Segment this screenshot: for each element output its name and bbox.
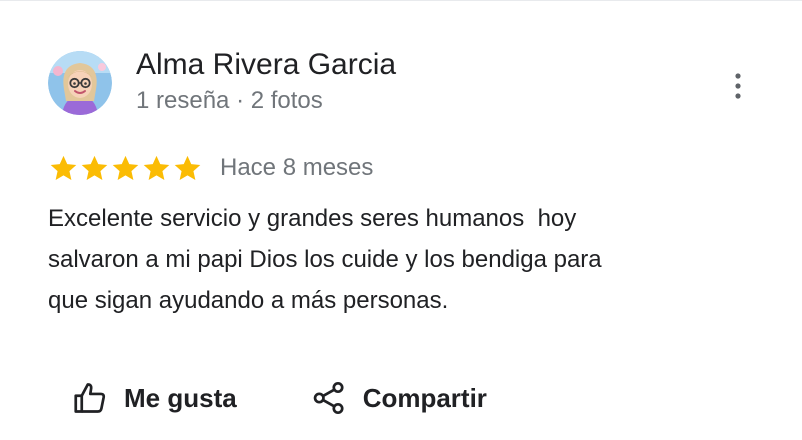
share-button[interactable]: Compartir	[311, 380, 487, 416]
review-actions: Me gusta Compartir	[72, 376, 487, 420]
share-icon	[313, 381, 344, 415]
like-label: Me gusta	[124, 383, 237, 413]
rating-row: Hace 8 meses	[48, 151, 373, 185]
star-icon	[50, 155, 77, 180]
review-text: Excelente servicio y grandes seres human…	[48, 205, 602, 314]
author-name[interactable]: Alma Rivera Garcia	[136, 46, 396, 84]
star-icon	[112, 155, 139, 180]
more-options-button[interactable]	[722, 66, 754, 106]
star-icon	[143, 155, 170, 180]
top-divider	[0, 0, 802, 1]
star-icon	[81, 155, 108, 180]
thumb-up-icon	[74, 383, 106, 413]
author-avatar[interactable]	[48, 51, 112, 115]
star-rating	[48, 153, 203, 184]
share-label: Compartir	[362, 383, 487, 413]
profile-avatar-icon	[48, 51, 112, 115]
like-button[interactable]: Me gusta	[72, 380, 237, 416]
author-stats: 1 reseña · 2 fotos	[136, 87, 323, 114]
star-icon	[174, 155, 201, 180]
review-date: Hace 8 meses	[220, 154, 374, 181]
more-vert-icon	[735, 73, 741, 99]
